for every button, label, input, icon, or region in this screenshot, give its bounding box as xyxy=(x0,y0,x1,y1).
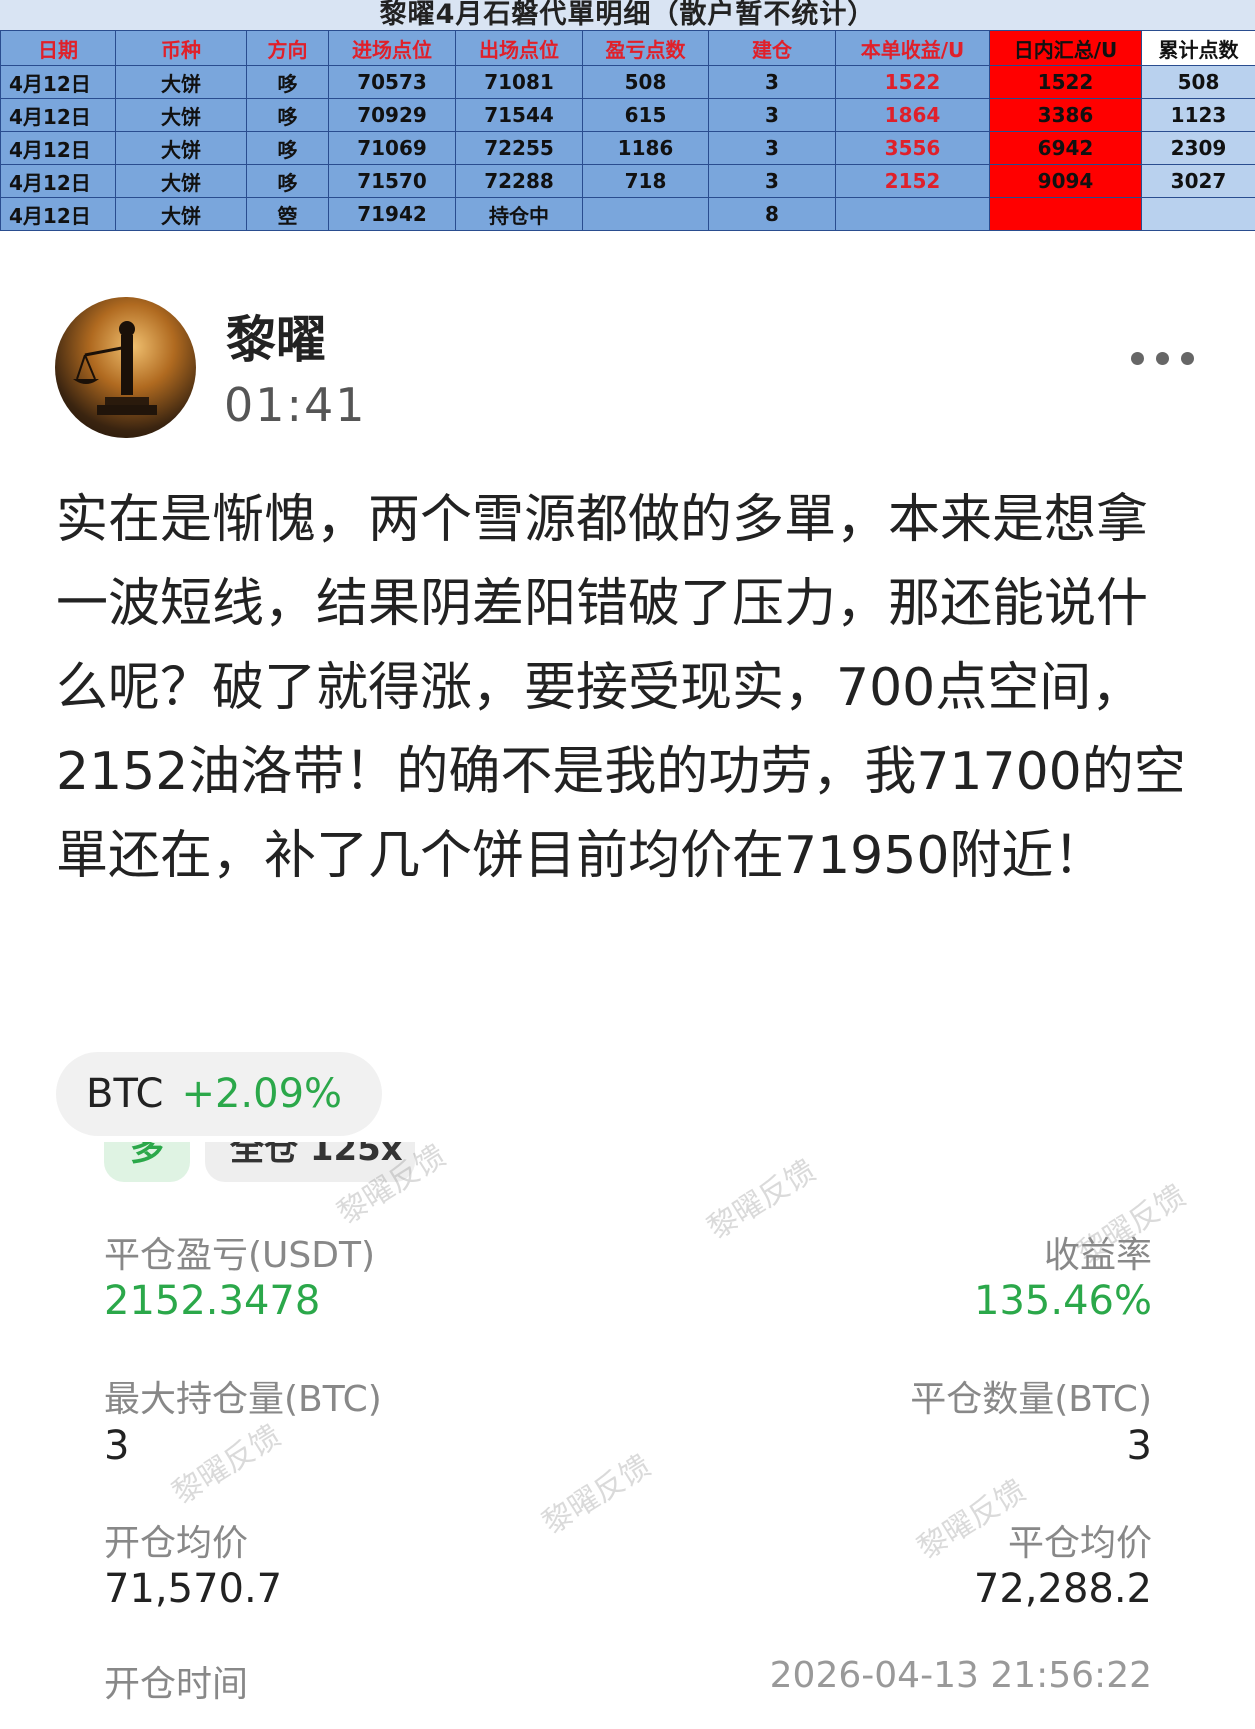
post-time: 01:41 xyxy=(224,378,367,432)
post-body: 实在是惭愧，两个雪源都做的多單，本来是想拿一波短线，结果阴差阳错破了压力，那还能… xyxy=(56,490,1186,886)
pnl-label: 平仓盈亏(USDT) xyxy=(104,1235,376,1276)
header-exit: 出场点位 xyxy=(455,30,583,66)
cell-points: 615 xyxy=(582,98,709,132)
coin-chip[interactable]: BTC +2.09% xyxy=(56,1052,382,1136)
cell-income: 1864 xyxy=(835,98,990,132)
header-coin: 币种 xyxy=(115,30,247,66)
cell-income: 1522 xyxy=(835,65,990,99)
cell-entry: 70929 xyxy=(328,98,456,132)
cell-entry: 70573 xyxy=(328,65,456,99)
cell-coin: 大饼 xyxy=(115,164,247,198)
table-row: 4月12日 大饼 箜 71942 持仓中 8 xyxy=(0,197,1255,231)
avatar[interactable] xyxy=(55,297,196,438)
cell-daily-total: 9094 xyxy=(989,164,1142,198)
cell-position: 3 xyxy=(708,98,836,132)
cell-date: 4月12日 xyxy=(0,197,116,231)
open-avg-label: 开仓均价 xyxy=(104,1523,249,1564)
cell-position: 3 xyxy=(708,65,836,99)
header-points: 盈亏点数 xyxy=(582,30,709,66)
cell-cumulative xyxy=(1141,197,1255,231)
cell-coin: 大饼 xyxy=(115,65,247,99)
cell-date: 4月12日 xyxy=(0,65,116,99)
cell-direction: 哆 xyxy=(246,164,329,198)
cell-date: 4月12日 xyxy=(0,98,116,132)
cell-direction: 哆 xyxy=(246,131,329,165)
cell-daily-total: 1522 xyxy=(989,65,1142,99)
cell-coin: 大饼 xyxy=(115,98,247,132)
cell-exit: 71081 xyxy=(455,65,583,99)
cell-points: 718 xyxy=(582,164,709,198)
sheet-title: 黎曜4月石磐代單明细（散户暂不统计） xyxy=(0,0,1255,30)
cell-entry: 71942 xyxy=(328,197,456,231)
header-entry: 进场点位 xyxy=(328,30,456,66)
close-qty-value: 3 xyxy=(1126,1423,1152,1469)
cell-points: 1186 xyxy=(582,131,709,165)
cell-exit: 72255 xyxy=(455,131,583,165)
table-row: 4月12日 大饼 哆 70573 71081 508 3 1522 1522 5… xyxy=(0,65,1255,99)
table-row: 4月12日 大饼 哆 71069 72255 1186 3 3556 6942 … xyxy=(0,131,1255,165)
cell-position: 8 xyxy=(708,197,836,231)
cell-date: 4月12日 xyxy=(0,131,116,165)
cell-income xyxy=(835,197,990,231)
trade-table: 日期 币种 方向 进场点位 出场点位 盈亏点数 建仓 本单收益/U 日内汇总/U… xyxy=(0,30,1255,231)
cell-exit: 持仓中 xyxy=(455,197,583,231)
header-cumulative: 累计点数 xyxy=(1141,30,1255,66)
cell-daily-total: 6942 xyxy=(989,131,1142,165)
open-time-value: 2026-04-13 21:56:22 xyxy=(769,1655,1152,1696)
header-date: 日期 xyxy=(0,30,116,66)
watermark: 黎曜反馈 xyxy=(701,1153,823,1247)
coin-change: +2.09% xyxy=(181,1071,343,1117)
cell-cumulative: 1123 xyxy=(1141,98,1255,132)
side-tag: 多 xyxy=(104,1142,190,1182)
pnl-value: 2152.3478 xyxy=(104,1278,321,1324)
open-avg-value: 71,570.7 xyxy=(104,1566,283,1612)
scales-figure-icon xyxy=(73,321,157,415)
cell-position: 3 xyxy=(708,131,836,165)
cell-direction: 哆 xyxy=(246,98,329,132)
cell-points: 508 xyxy=(582,65,709,99)
cell-cumulative: 508 xyxy=(1141,65,1255,99)
cell-exit: 72288 xyxy=(455,164,583,198)
max-position-label: 最大持仓量(BTC) xyxy=(104,1379,382,1420)
close-avg-value: 72,288.2 xyxy=(973,1566,1152,1612)
watermark: 黎曜反馈 xyxy=(536,1448,658,1542)
cell-income: 3556 xyxy=(835,131,990,165)
trade-sheet: 黎曜4月石磐代單明细（散户暂不统计） 日期 币种 方向 进场点位 出场点位 盈亏… xyxy=(0,0,1255,231)
max-position-value: 3 xyxy=(104,1423,130,1469)
table-header-row: 日期 币种 方向 进场点位 出场点位 盈亏点数 建仓 本单收益/U 日内汇总/U… xyxy=(0,30,1255,66)
more-options-icon[interactable] xyxy=(1131,352,1194,365)
cell-entry: 71570 xyxy=(328,164,456,198)
cell-direction: 箜 xyxy=(246,197,329,231)
cell-daily-total: 3386 xyxy=(989,98,1142,132)
cell-points xyxy=(582,197,709,231)
cell-position: 3 xyxy=(708,164,836,198)
cell-exit: 71544 xyxy=(455,98,583,132)
cell-income: 2152 xyxy=(835,164,990,198)
watermark: 黎曜反馈 xyxy=(166,1418,288,1512)
cell-direction: 哆 xyxy=(246,65,329,99)
open-time-label: 开仓时间 xyxy=(104,1664,249,1705)
close-avg-label: 平仓均价 xyxy=(1007,1523,1152,1564)
cell-cumulative: 2309 xyxy=(1141,131,1255,165)
header-position: 建仓 xyxy=(708,30,836,66)
cell-entry: 71069 xyxy=(328,131,456,165)
cell-coin: 大饼 xyxy=(115,197,247,231)
header-income: 本单收益/U xyxy=(835,30,990,66)
header-direction: 方向 xyxy=(246,30,329,66)
author-name[interactable]: 黎曜 xyxy=(226,300,326,372)
cell-daily-total xyxy=(989,197,1142,231)
cell-coin: 大饼 xyxy=(115,131,247,165)
close-qty-label: 平仓数量(BTC) xyxy=(910,1379,1152,1420)
roi-value: 135.46% xyxy=(974,1278,1152,1324)
table-row: 4月12日 大饼 哆 70929 71544 615 3 1864 3386 1… xyxy=(0,98,1255,132)
coin-symbol: BTC xyxy=(86,1071,164,1117)
cell-date: 4月12日 xyxy=(0,164,116,198)
header-daily-total: 日内汇总/U xyxy=(989,30,1142,66)
table-row: 4月12日 大饼 哆 71570 72288 718 3 2152 9094 3… xyxy=(0,164,1255,198)
cell-cumulative: 3027 xyxy=(1141,164,1255,198)
